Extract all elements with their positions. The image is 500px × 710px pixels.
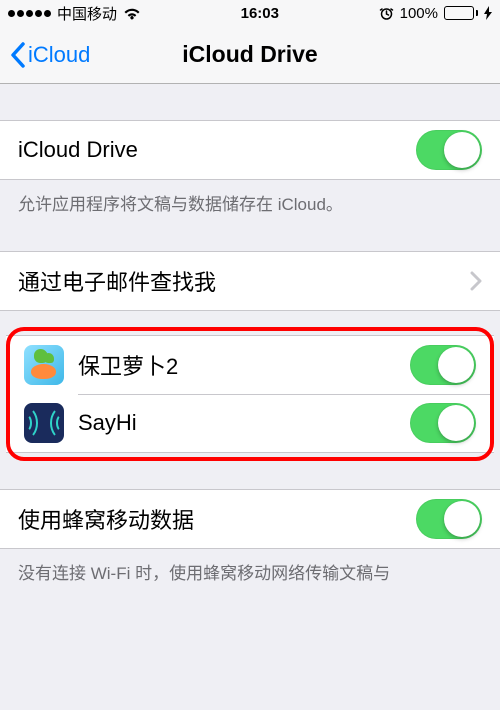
app-label: 保卫萝卜2 (78, 349, 410, 381)
wifi-icon (123, 6, 141, 20)
group-cellular: 使用蜂窝移动数据 (0, 489, 500, 549)
battery-percent: 100% (400, 5, 438, 22)
status-right: 100% (379, 5, 492, 22)
icloud-drive-label: iCloud Drive (18, 137, 416, 163)
app-label: SayHi (78, 410, 410, 436)
cellular-toggle[interactable] (416, 499, 482, 539)
app-icon-sayhi (24, 403, 64, 443)
alarm-icon (379, 6, 394, 21)
app-toggle-sayhi[interactable] (410, 403, 476, 443)
battery-icon (444, 6, 478, 20)
status-time: 16:03 (241, 5, 279, 22)
main-footer: 允许应用程序将文稿与数据储存在 iCloud。 (0, 180, 500, 215)
cellular-label: 使用蜂窝移动数据 (18, 503, 416, 535)
app-row-carrot: 保卫萝卜2 (6, 336, 494, 394)
find-me-row[interactable]: 通过电子邮件查找我 (0, 252, 500, 310)
status-bar: 中国移动 16:03 100% (0, 0, 500, 26)
nav-bar: iCloud iCloud Drive (0, 26, 500, 84)
chevron-right-icon (470, 271, 482, 291)
apps-highlight: 保卫萝卜2 SayHi (0, 323, 500, 465)
app-row-sayhi: SayHi (6, 394, 494, 452)
find-me-label: 通过电子邮件查找我 (18, 265, 470, 297)
back-button[interactable]: iCloud (10, 42, 90, 68)
back-label: iCloud (28, 42, 90, 68)
icloud-drive-toggle[interactable] (416, 130, 482, 170)
carrier-label: 中国移动 (57, 3, 117, 24)
group-apps: 保卫萝卜2 SayHi (6, 335, 494, 453)
chevron-left-icon (10, 42, 26, 68)
app-toggle-carrot[interactable] (410, 345, 476, 385)
signal-dots-icon (8, 10, 51, 17)
app-icon-carrot (24, 345, 64, 385)
cellular-footer: 没有连接 Wi-Fi 时，使用蜂窝移动网络传输文稿与 (0, 549, 500, 584)
charging-bolt-icon (484, 6, 492, 20)
status-left: 中国移动 (8, 3, 141, 24)
group-findme: 通过电子邮件查找我 (0, 251, 500, 311)
cellular-row: 使用蜂窝移动数据 (0, 490, 500, 548)
icloud-drive-row: iCloud Drive (0, 121, 500, 179)
group-main: iCloud Drive (0, 120, 500, 180)
